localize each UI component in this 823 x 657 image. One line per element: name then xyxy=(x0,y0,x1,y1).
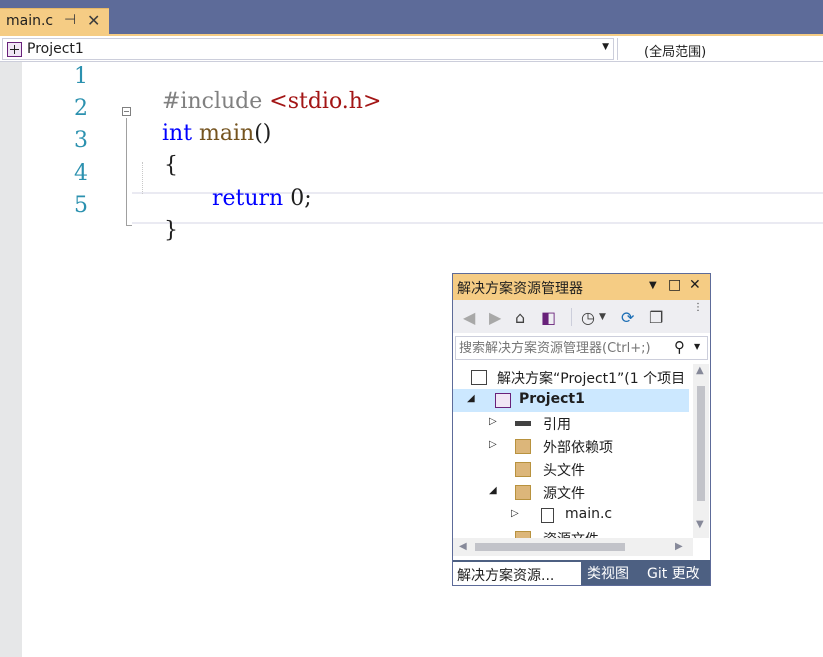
tree-item-main-c[interactable]: ▷ main.c xyxy=(453,504,689,527)
tree-item-label: 解决方案“Project1”(1 个项目 xyxy=(497,371,686,387)
code-line-3: { xyxy=(136,128,178,203)
keyword-return: return xyxy=(211,186,284,211)
open-brace: { xyxy=(163,153,178,178)
switch-views-icon[interactable]: ◧ xyxy=(541,308,556,327)
horizontal-scrollbar[interactable]: ◀ ▶ xyxy=(453,538,693,556)
home-icon[interactable]: ⌂ xyxy=(515,308,525,327)
solution-icon xyxy=(471,370,487,385)
c-file-icon xyxy=(541,508,554,523)
panel-tab-strip: 解决方案资源... 类视图 Git 更改 xyxy=(453,560,710,585)
solution-explorer-titlebar[interactable]: 解决方案资源管理器 ▼ □ ✕ xyxy=(453,274,710,300)
scope-dropdown-label: (全局范围) xyxy=(644,45,707,60)
collapsed-arrow-icon[interactable]: ▷ xyxy=(489,439,497,450)
line-number: 4 xyxy=(74,161,88,186)
back-icon[interactable]: ◀ xyxy=(463,308,475,327)
document-tab-strip: main.c ⊣ ✕ xyxy=(0,0,823,34)
forward-icon[interactable]: ▶ xyxy=(489,308,501,327)
collapse-toggle-icon[interactable] xyxy=(122,107,131,116)
function-name: main xyxy=(199,121,255,146)
references-icon xyxy=(515,421,531,426)
tree-item-references[interactable]: ▷ 引用 xyxy=(453,412,689,435)
toolbar-overflow-icon[interactable]: ⋮ xyxy=(693,302,703,313)
tree-item-label: 外部依赖项 xyxy=(543,440,613,456)
tree-item-label: 资源文件 xyxy=(543,529,599,538)
filter-folder-icon xyxy=(515,485,531,500)
project-icon xyxy=(495,393,511,408)
semicolon: ; xyxy=(304,186,312,211)
tree-item-project[interactable]: ◢ Project1 xyxy=(453,389,689,412)
toolbar-separator xyxy=(571,308,572,326)
vertical-scrollbar[interactable]: ▲ ▼ xyxy=(693,364,709,538)
scroll-thumb[interactable] xyxy=(475,543,625,551)
project-dropdown-label: Project1 xyxy=(27,41,84,57)
pin-icon[interactable]: ⊣ xyxy=(64,12,76,28)
tree-item-source-files[interactable]: ◢ 源文件 xyxy=(453,481,689,504)
search-icon[interactable]: ⚲ xyxy=(674,338,685,356)
project-icon xyxy=(7,42,22,57)
filter-folder-icon xyxy=(515,531,531,538)
collapsed-arrow-icon[interactable]: ▷ xyxy=(489,416,497,427)
tab-class-view[interactable]: 类视图 xyxy=(583,560,639,585)
chevron-down-icon[interactable]: ▼ xyxy=(599,312,606,322)
chevron-down-icon: ▼ xyxy=(602,42,609,52)
panel-title: 解决方案资源管理器 xyxy=(457,281,583,297)
navigation-bar: Project1 ▼ (全局范围) xyxy=(0,36,823,62)
solution-tree: 解决方案“Project1”(1 个项目 ◢ Project1 ▷ 引用 ▷ 外… xyxy=(453,364,693,538)
filter-folder-icon xyxy=(515,462,531,477)
line-number: 2 xyxy=(74,96,88,121)
tab-main-c[interactable]: main.c ⊣ ✕ xyxy=(0,8,109,34)
project-dropdown[interactable]: Project1 ▼ xyxy=(2,38,614,60)
return-value: 0 xyxy=(290,186,305,211)
solution-search-box[interactable]: ⚲ ▼ xyxy=(455,336,708,360)
collapse-all-icon[interactable]: ❐ xyxy=(649,308,663,327)
scroll-up-icon[interactable]: ▲ xyxy=(696,365,704,376)
tree-item-solution[interactable]: 解决方案“Project1”(1 个项目 xyxy=(453,366,689,389)
code-line-4: return 0; xyxy=(184,161,312,236)
expanded-arrow-icon[interactable]: ◢ xyxy=(467,393,475,404)
search-input[interactable] xyxy=(459,339,669,357)
line-number: 3 xyxy=(74,128,88,153)
expanded-arrow-icon[interactable]: ◢ xyxy=(489,485,497,496)
tree-item-label: Project1 xyxy=(519,391,585,407)
solution-explorer-panel: 解决方案资源管理器 ▼ □ ✕ ◀ ▶ ⌂ ◧ ◷ ▼ ⟳ ❐ ⋮ ⚲ ▼ 解决… xyxy=(452,273,711,586)
maximize-icon[interactable]: □ xyxy=(668,277,681,293)
tree-item-label: 引用 xyxy=(543,417,571,433)
scroll-down-icon[interactable]: ▼ xyxy=(696,519,704,530)
tab-git-changes[interactable]: Git 更改 xyxy=(643,560,710,585)
tree-item-external-dependencies[interactable]: ▷ 外部依赖项 xyxy=(453,435,689,458)
code-line-5: } xyxy=(136,193,178,268)
close-brace: } xyxy=(163,218,178,243)
include-header: <stdio.h> xyxy=(269,89,382,114)
tree-item-label: 头文件 xyxy=(543,463,585,479)
window-position-dropdown-icon[interactable]: ▼ xyxy=(649,280,657,291)
scroll-right-icon[interactable]: ▶ xyxy=(675,541,683,552)
collapsed-arrow-icon[interactable]: ▷ xyxy=(511,508,519,519)
close-icon[interactable]: ✕ xyxy=(689,277,701,293)
tree-item-label: main.c xyxy=(565,506,613,522)
close-icon[interactable]: ✕ xyxy=(87,11,100,30)
tab-label: main.c xyxy=(6,13,54,29)
solution-explorer-toolbar: ◀ ▶ ⌂ ◧ ◷ ▼ ⟳ ❐ ⋮ xyxy=(453,300,710,333)
tree-item-resource-files[interactable]: 资源文件 xyxy=(453,527,689,538)
chevron-down-icon[interactable]: ▼ xyxy=(694,342,700,351)
parens: () xyxy=(254,121,272,146)
scroll-thumb[interactable] xyxy=(697,386,705,501)
fold-guide xyxy=(126,118,127,226)
scope-dropdown[interactable]: (全局范围) xyxy=(617,38,823,60)
scroll-left-icon[interactable]: ◀ xyxy=(459,541,467,552)
line-number: 1 xyxy=(74,64,88,89)
line-number: 5 xyxy=(74,193,88,218)
pending-changes-filter-icon[interactable]: ◷ xyxy=(581,308,595,327)
fold-guide-end xyxy=(126,225,132,226)
tab-solution-explorer[interactable]: 解决方案资源... xyxy=(453,560,581,585)
sync-icon[interactable]: ⟳ xyxy=(621,308,634,327)
folder-icon xyxy=(515,439,531,454)
editor-margin xyxy=(0,62,22,657)
tree-item-label: 源文件 xyxy=(543,486,585,502)
tree-item-header-files[interactable]: 头文件 xyxy=(453,458,689,481)
